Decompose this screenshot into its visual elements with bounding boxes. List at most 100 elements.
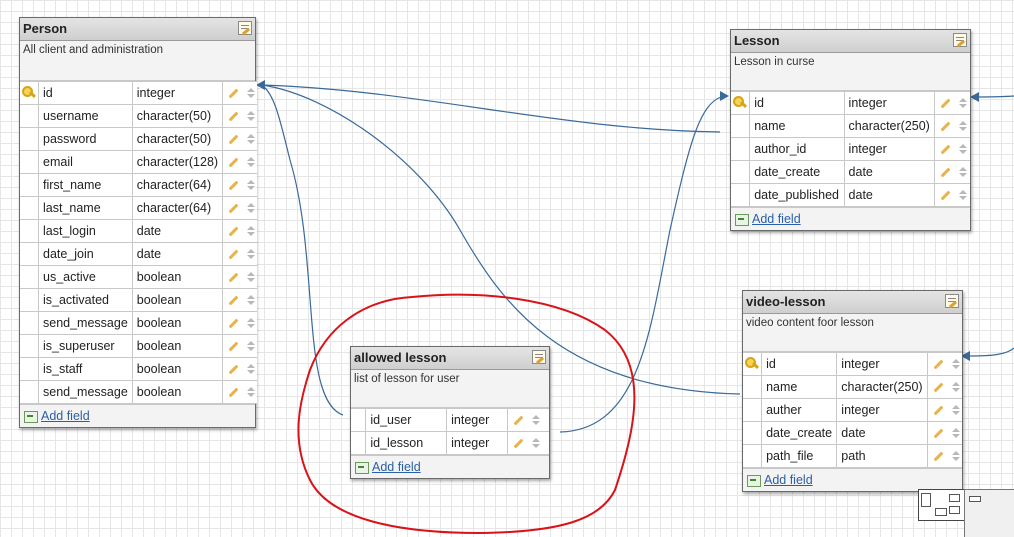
field-row[interactable]: first_name character(64): [20, 173, 258, 197]
field-row[interactable]: id integer: [743, 352, 962, 376]
edit-table-icon[interactable]: [945, 294, 959, 308]
minimap[interactable]: [918, 489, 966, 521]
edit-field-icon[interactable]: [228, 295, 239, 306]
reorder-field-icon[interactable]: [532, 414, 541, 425]
edit-table-icon[interactable]: [238, 21, 252, 35]
reorder-field-icon[interactable]: [958, 97, 967, 108]
reorder-field-icon[interactable]: [247, 294, 256, 305]
field-row[interactable]: path_file path: [743, 444, 962, 468]
edit-field-icon[interactable]: [228, 387, 239, 398]
field-row[interactable]: date_create date: [731, 160, 970, 184]
edit-field-icon[interactable]: [228, 111, 239, 122]
edit-field-icon[interactable]: [228, 180, 239, 191]
field-row[interactable]: is_superuser boolean: [20, 334, 258, 358]
reorder-field-icon[interactable]: [247, 386, 256, 397]
edit-field-icon[interactable]: [933, 382, 944, 393]
field-row[interactable]: last_login date: [20, 219, 258, 243]
reorder-field-icon[interactable]: [958, 120, 967, 131]
field-row[interactable]: id_lesson integer: [351, 431, 549, 455]
edit-field-icon[interactable]: [228, 203, 239, 214]
field-row[interactable]: email character(128): [20, 150, 258, 174]
edit-field-icon[interactable]: [940, 190, 951, 201]
reorder-field-icon[interactable]: [247, 248, 256, 259]
edit-field-icon[interactable]: [514, 415, 524, 426]
reorder-field-icon[interactable]: [951, 381, 960, 392]
field-type: character(128): [131, 150, 224, 174]
add-field-link[interactable]: Add field: [41, 409, 90, 423]
reorder-field-icon[interactable]: [247, 87, 256, 98]
reorder-field-icon[interactable]: [532, 437, 541, 448]
field-row[interactable]: is_staff boolean: [20, 357, 258, 381]
field-row[interactable]: send_message boolean: [20, 380, 258, 404]
edit-field-icon[interactable]: [933, 405, 944, 416]
reorder-field-icon[interactable]: [951, 450, 960, 461]
table-header[interactable]: allowed lesson: [351, 347, 549, 370]
edit-table-icon[interactable]: [532, 350, 546, 364]
table-allowed-lesson[interactable]: allowed lesson list of lesson for user i…: [350, 346, 550, 479]
field-row[interactable]: name character(250): [743, 375, 962, 399]
edit-table-icon[interactable]: [953, 33, 967, 47]
link-allowed-lesson-to-lesson: [559, 96, 722, 433]
reorder-field-icon[interactable]: [247, 225, 256, 236]
field-row[interactable]: last_name character(64): [20, 196, 258, 220]
reorder-field-icon[interactable]: [247, 133, 256, 144]
edit-field-icon[interactable]: [940, 121, 951, 132]
table-header[interactable]: Lesson: [731, 30, 970, 53]
edit-field-icon[interactable]: [933, 359, 944, 370]
add-field-link[interactable]: Add field: [752, 212, 801, 226]
field-row[interactable]: password character(50): [20, 127, 258, 151]
edit-field-icon[interactable]: [514, 438, 524, 449]
reorder-field-icon[interactable]: [247, 179, 256, 190]
edit-field-icon[interactable]: [228, 341, 239, 352]
field-row[interactable]: id integer: [20, 81, 258, 105]
field-row[interactable]: id_user integer: [351, 408, 549, 432]
table-lesson[interactable]: Lesson Lesson in curse id integer name char…: [730, 29, 971, 231]
edit-field-icon[interactable]: [940, 167, 951, 178]
field-row[interactable]: id integer: [731, 91, 970, 115]
reorder-field-icon[interactable]: [951, 427, 960, 438]
table-header[interactable]: video-lesson: [743, 291, 962, 314]
field-row[interactable]: is_activated boolean: [20, 288, 258, 312]
edit-field-icon[interactable]: [228, 272, 239, 283]
key-cell: [731, 183, 751, 207]
edit-field-icon[interactable]: [228, 318, 239, 329]
reorder-field-icon[interactable]: [958, 166, 967, 177]
reorder-field-icon[interactable]: [247, 202, 256, 213]
edit-field-icon[interactable]: [940, 144, 951, 155]
add-field-link[interactable]: Add field: [764, 473, 813, 487]
reorder-field-icon[interactable]: [958, 189, 967, 200]
reorder-field-icon[interactable]: [247, 363, 256, 374]
field-row[interactable]: username character(50): [20, 104, 258, 128]
reorder-field-icon[interactable]: [247, 317, 256, 328]
field-row[interactable]: auther integer: [743, 398, 962, 422]
edit-field-icon[interactable]: [228, 249, 239, 260]
field-row[interactable]: send_message boolean: [20, 311, 258, 335]
edit-field-icon[interactable]: [228, 157, 239, 168]
reorder-field-icon[interactable]: [247, 271, 256, 282]
edit-field-icon[interactable]: [228, 226, 239, 237]
field-row[interactable]: name character(250): [731, 114, 970, 138]
field-row[interactable]: date_join date: [20, 242, 258, 266]
table-video-lesson[interactable]: video-lesson video content foor lesson i…: [742, 290, 963, 492]
reorder-field-icon[interactable]: [951, 404, 960, 415]
table-header[interactable]: Person: [20, 18, 255, 41]
add-field-link[interactable]: Add field: [372, 460, 421, 474]
reorder-field-icon[interactable]: [951, 358, 960, 369]
field-row[interactable]: date_published date: [731, 183, 970, 207]
field-row[interactable]: author_id integer: [731, 137, 970, 161]
edit-field-icon[interactable]: [228, 364, 239, 375]
field-row[interactable]: us_active boolean: [20, 265, 258, 289]
reorder-field-icon[interactable]: [247, 110, 256, 121]
diagram-canvas[interactable]: Person All client and administration id i…: [0, 0, 1014, 537]
table-person[interactable]: Person All client and administration id i…: [19, 17, 258, 428]
reorder-field-icon[interactable]: [247, 156, 256, 167]
edit-field-icon[interactable]: [940, 98, 951, 109]
reorder-field-icon[interactable]: [958, 143, 967, 154]
edit-field-icon[interactable]: [933, 428, 944, 439]
reorder-field-icon[interactable]: [247, 340, 256, 351]
field-name: id: [761, 352, 838, 376]
edit-field-icon[interactable]: [228, 88, 239, 99]
edit-field-icon[interactable]: [228, 134, 239, 145]
edit-field-icon[interactable]: [933, 451, 944, 462]
field-row[interactable]: date_create date: [743, 421, 962, 445]
